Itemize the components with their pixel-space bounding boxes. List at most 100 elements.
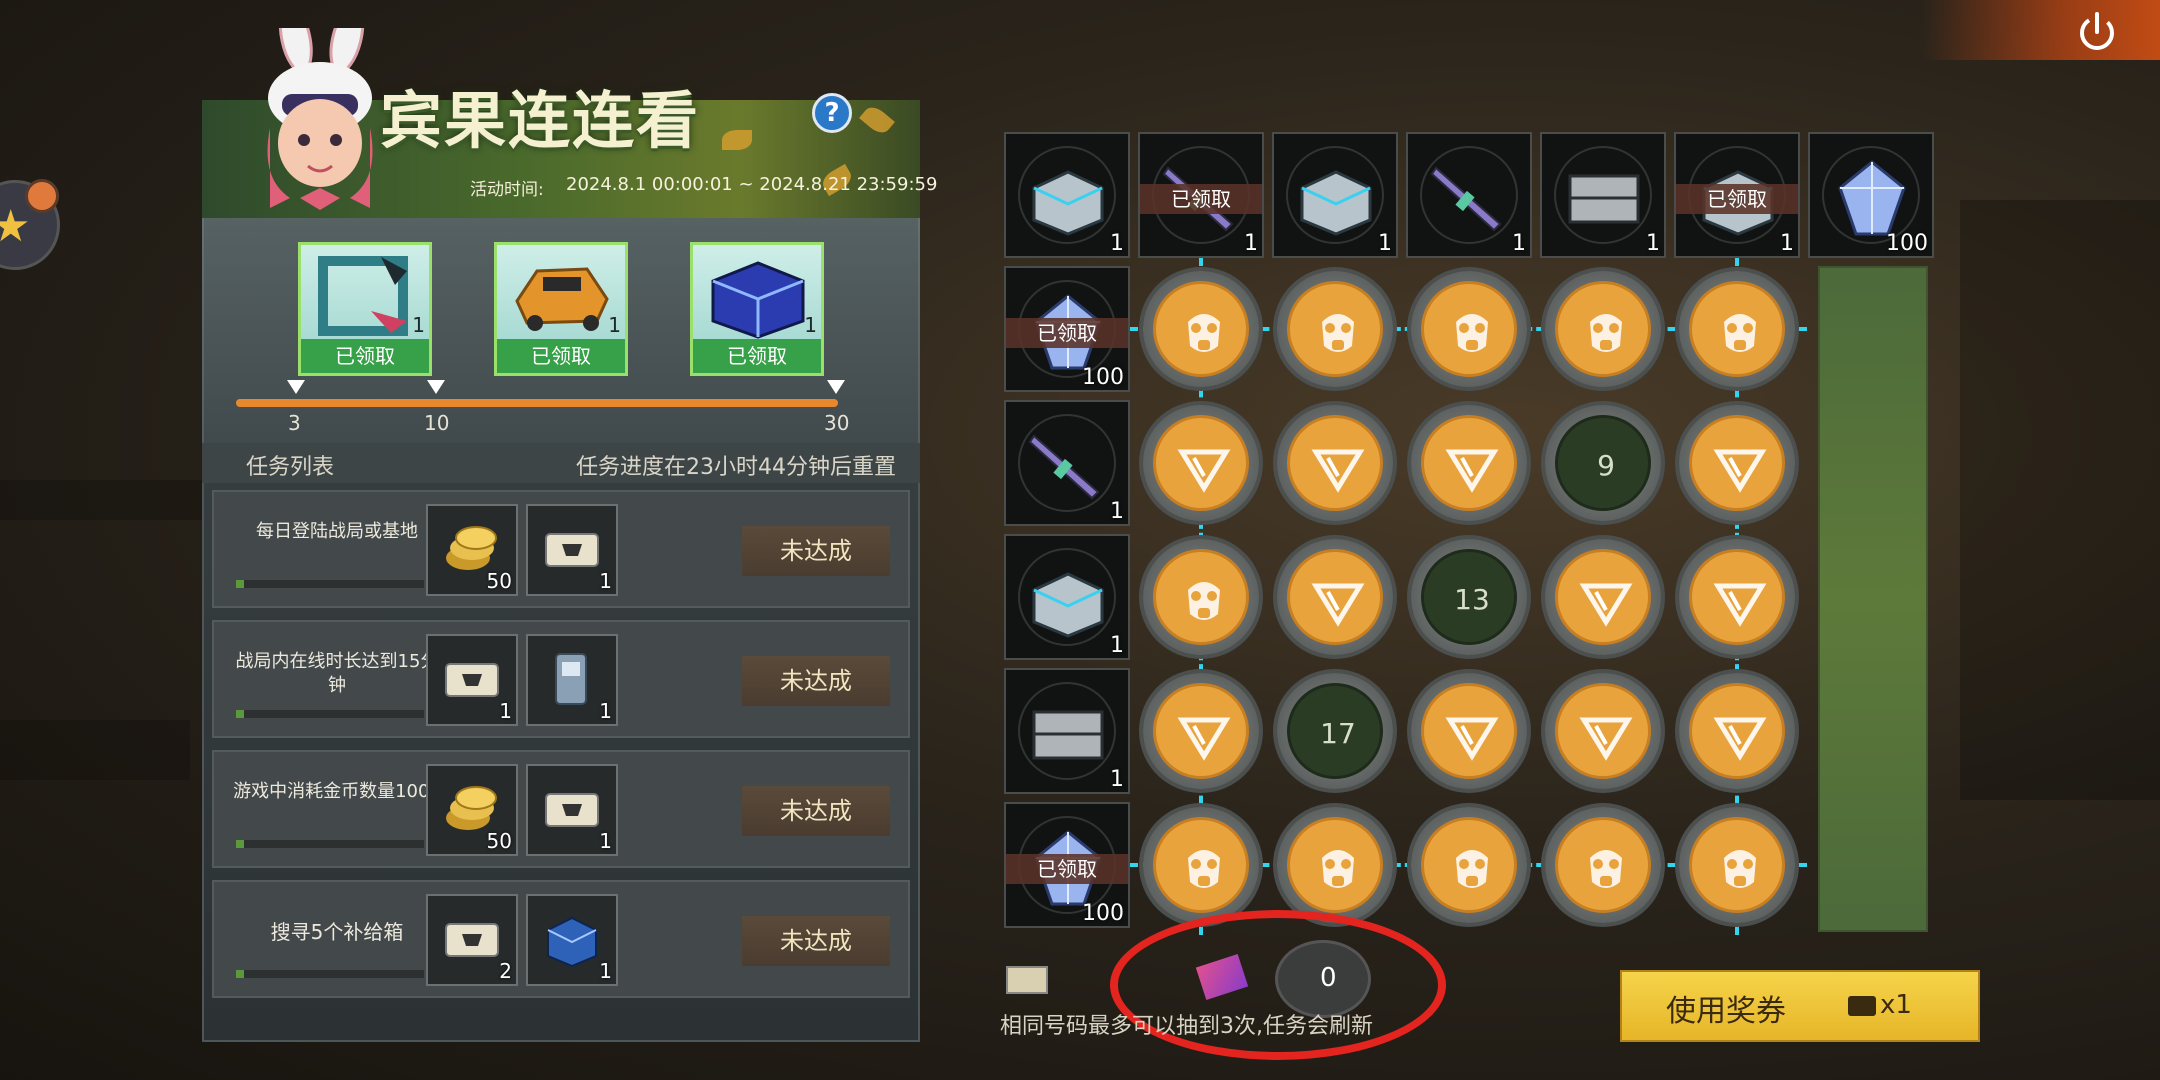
column-reward-cell[interactable]: 1 xyxy=(1272,132,1398,258)
cap-number: 9 xyxy=(1597,449,1615,482)
milestone-count: 1 xyxy=(804,313,817,337)
bingo-cap[interactable] xyxy=(1143,807,1259,923)
gasmask-icon xyxy=(1456,850,1488,888)
bingo-cap[interactable]: 9 xyxy=(1545,405,1661,521)
use-ticket-button[interactable]: 使用奖券 x1 xyxy=(1620,970,1980,1042)
cap-face xyxy=(1421,281,1517,377)
bingo-cap[interactable] xyxy=(1411,807,1527,923)
column-reward-cell[interactable]: 已领取 1 xyxy=(1138,132,1264,258)
bingo-cap[interactable] xyxy=(1277,807,1393,923)
column-reward-cell[interactable]: 100 xyxy=(1808,132,1934,258)
task-status-button[interactable]: 未达成 xyxy=(742,916,890,966)
cap-face xyxy=(1153,549,1249,645)
bingo-cap[interactable] xyxy=(1679,405,1795,521)
reward-count: 1 xyxy=(1646,231,1660,256)
triangle-icon xyxy=(1311,449,1365,493)
bingo-cap[interactable] xyxy=(1545,539,1661,655)
cap-face xyxy=(1287,281,1383,377)
task-reward[interactable]: 1 xyxy=(426,634,518,726)
task-status-button[interactable]: 未达成 xyxy=(742,786,890,836)
milestone-reward[interactable]: 1 已领取 xyxy=(298,242,432,376)
bingo-cap[interactable] xyxy=(1411,673,1527,789)
bingo-cap[interactable] xyxy=(1277,539,1393,655)
row-reward-cell[interactable]: 已领取 100 xyxy=(1004,802,1130,928)
task-reward[interactable]: 1 xyxy=(526,504,618,596)
weapon-crate-icon xyxy=(1032,170,1104,236)
bingo-cap[interactable] xyxy=(1545,807,1661,923)
rifle-icon xyxy=(1430,166,1502,232)
event-title: 宾果连连看 xyxy=(380,84,701,157)
help-button[interactable]: ? xyxy=(812,93,852,133)
cap-face xyxy=(1153,817,1249,913)
bingo-cap[interactable] xyxy=(1143,405,1259,521)
triangle-icon xyxy=(1177,449,1231,493)
gasmask-icon xyxy=(1322,314,1354,352)
claimed-label: 已领取 xyxy=(1006,854,1128,884)
row-reward-cell[interactable]: 1 xyxy=(1004,534,1130,660)
column-reward-cell[interactable]: 1 xyxy=(1406,132,1532,258)
triangle-icon xyxy=(1713,717,1767,761)
power-button[interactable] xyxy=(1920,0,2160,60)
cap-face xyxy=(1555,683,1651,779)
bingo-cap[interactable] xyxy=(1411,271,1527,387)
task-progress-bar xyxy=(236,580,424,588)
task-reward[interactable]: 1 xyxy=(526,764,618,856)
milestone-threshold: 3 xyxy=(288,411,301,435)
supply-crate-icon xyxy=(711,261,805,339)
steel-crate-icon xyxy=(1568,174,1640,224)
reward-count: 1 xyxy=(1110,231,1124,256)
column-reward-cell[interactable]: 已领取 1 xyxy=(1674,132,1800,258)
bingo-cap[interactable] xyxy=(1679,673,1795,789)
bingo-cap[interactable] xyxy=(1545,271,1661,387)
task-reward[interactable]: 1 xyxy=(526,894,618,986)
gasmask-icon xyxy=(1590,850,1622,888)
milestone-reward[interactable]: 1 已领取 xyxy=(494,242,628,376)
task-list-title: 任务列表 xyxy=(246,455,335,480)
task-reward[interactable]: 50 xyxy=(426,504,518,596)
row-reward-cell[interactable]: 1 xyxy=(1004,400,1130,526)
rules-hint: 相同号码最多可以抽到3次,任务会刷新 xyxy=(1000,1014,1373,1039)
task-status-button[interactable]: 未达成 xyxy=(742,526,890,576)
gasmask-icon xyxy=(1590,314,1622,352)
gasmask-icon xyxy=(1188,314,1220,352)
bingo-cap[interactable] xyxy=(1679,539,1795,655)
row-reward-cell[interactable]: 已领取 100 xyxy=(1004,266,1130,392)
task-status-button[interactable]: 未达成 xyxy=(742,656,890,706)
bingo-cap[interactable] xyxy=(1545,673,1661,789)
gasmask-icon xyxy=(1188,582,1220,620)
bingo-cap[interactable]: 17 xyxy=(1277,673,1393,789)
bingo-cap[interactable] xyxy=(1143,673,1259,789)
milestone-reward[interactable]: 1 已领取 xyxy=(690,242,824,376)
bingo-cap[interactable] xyxy=(1143,539,1259,655)
reward-count: 1 xyxy=(599,829,612,853)
bingo-cap[interactable] xyxy=(1679,271,1795,387)
claimed-label: 已领取 xyxy=(1006,318,1128,348)
event-time-range: 2024.8.1 00:00:01 ~ 2024.8.21 23:59:59 xyxy=(566,174,938,195)
cap-face xyxy=(1689,549,1785,645)
bingo-cap[interactable]: 13 xyxy=(1411,539,1527,655)
task-reward[interactable]: 1 xyxy=(526,634,618,726)
milestone-marker-icon xyxy=(287,380,305,394)
ticket-icon xyxy=(1848,996,1876,1016)
bingo-cap[interactable] xyxy=(1143,271,1259,387)
triangle-icon xyxy=(1445,449,1499,493)
cap-face xyxy=(1287,549,1383,645)
rifle-icon xyxy=(1028,434,1100,500)
task-description: 搜寻5个补给箱 xyxy=(270,920,404,944)
reward-count: 1 xyxy=(1512,231,1526,256)
task-reward[interactable]: 2 xyxy=(426,894,518,986)
side-menu-button[interactable]: ★ xyxy=(0,179,60,270)
reward-count: 1 xyxy=(1244,231,1258,256)
bingo-cap[interactable] xyxy=(1277,271,1393,387)
column-reward-cell[interactable]: 1 xyxy=(1540,132,1666,258)
cap-face xyxy=(1153,415,1249,511)
reward-count: 2 xyxy=(499,959,512,983)
row-reward-cell[interactable]: 1 xyxy=(1004,668,1130,794)
star-icon: ★ xyxy=(0,201,31,252)
column-reward-cell[interactable]: 1 xyxy=(1004,132,1130,258)
bingo-cap[interactable] xyxy=(1679,807,1795,923)
bingo-cap[interactable] xyxy=(1411,405,1527,521)
bingo-cap[interactable] xyxy=(1277,405,1393,521)
task-reward[interactable]: 50 xyxy=(426,764,518,856)
cap-face xyxy=(1555,817,1651,913)
